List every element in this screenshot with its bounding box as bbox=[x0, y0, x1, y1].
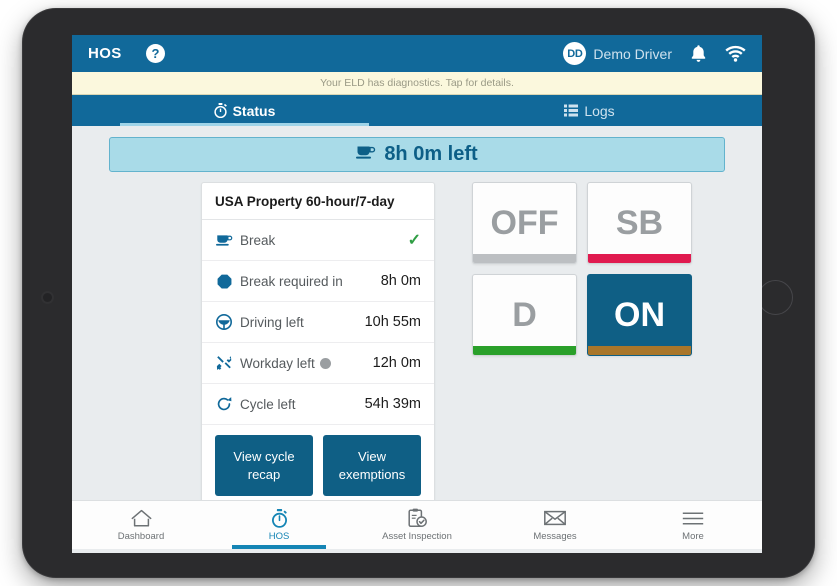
avatar: DD bbox=[563, 42, 587, 65]
main-content: 8h 0m left USA Property 60-hour/7-day Br… bbox=[72, 137, 762, 549]
nav-label: More bbox=[682, 531, 704, 542]
duty-status-d-label: D bbox=[512, 295, 537, 334]
duty-status-off-bar bbox=[473, 254, 576, 263]
duty-status-d-bar bbox=[473, 346, 576, 355]
nav-label: Messages bbox=[533, 531, 577, 542]
coffee-cup-icon bbox=[215, 231, 233, 249]
workday-progress-dot bbox=[320, 357, 331, 369]
user-menu[interactable]: DD Demo Driver bbox=[563, 42, 672, 65]
duty-status-on-bar bbox=[588, 346, 691, 355]
duty-status-sb-bar bbox=[588, 254, 691, 263]
rule-label: Break required in bbox=[240, 273, 343, 289]
page-title: HOS bbox=[88, 45, 122, 62]
tab-logs-label: Logs bbox=[584, 102, 615, 119]
rule-row-workday-left[interactable]: Workday left 12h 0m bbox=[202, 343, 434, 384]
hamburger-icon bbox=[682, 508, 704, 528]
nav-item-hos[interactable]: HOS bbox=[210, 501, 348, 549]
list-icon bbox=[564, 104, 579, 117]
duty-status-grid: OFF SB D ON bbox=[472, 182, 692, 513]
home-button[interactable] bbox=[758, 280, 793, 315]
tablet-device: HOS ? DD Demo Driver Your ELD has diagno… bbox=[22, 8, 815, 578]
stopwatch-icon bbox=[213, 103, 227, 118]
rule-label: Workday left bbox=[240, 355, 315, 371]
rule-value: 10h 55m bbox=[364, 314, 421, 330]
duty-status-on-button[interactable]: ON bbox=[587, 274, 692, 356]
stopwatch-icon bbox=[271, 508, 288, 528]
view-exemptions-button[interactable]: View exemptions bbox=[323, 435, 421, 497]
duty-status-sb-label: SB bbox=[615, 203, 664, 242]
tab-logs[interactable]: Logs bbox=[417, 95, 762, 126]
bell-icon[interactable] bbox=[690, 44, 707, 63]
hos-card-title: USA Property 60-hour/7-day bbox=[202, 183, 434, 220]
diagnostics-banner[interactable]: Your ELD has diagnostics. Tap for detail… bbox=[72, 72, 762, 95]
rule-label: Cycle left bbox=[240, 396, 296, 412]
duty-status-d-button[interactable]: D bbox=[472, 274, 577, 356]
nav-item-messages[interactable]: Messages bbox=[486, 501, 624, 549]
rule-row-driving-left[interactable]: Driving left 10h 55m bbox=[202, 302, 434, 343]
refresh-icon bbox=[215, 395, 233, 413]
duty-status-sb-button[interactable]: SB bbox=[587, 182, 692, 264]
question-circle-icon[interactable]: ? bbox=[145, 44, 165, 63]
rule-row-break[interactable]: Break ✓ bbox=[202, 220, 434, 261]
nav-label: Asset Inspection bbox=[382, 531, 452, 542]
app-header: HOS ? DD Demo Driver bbox=[72, 35, 762, 72]
nav-item-more[interactable]: More bbox=[624, 501, 762, 549]
driver-name: Demo Driver bbox=[593, 45, 672, 62]
bottom-navigation: Dashboard HOS Asset Inspection Messages … bbox=[72, 500, 762, 549]
envelope-icon bbox=[544, 508, 566, 528]
duty-status-on-label: ON bbox=[614, 295, 665, 334]
rule-value-check: ✓ bbox=[407, 232, 421, 249]
nav-label: HOS bbox=[268, 531, 290, 542]
duty-status-off-label: OFF bbox=[490, 203, 559, 242]
coffee-cup-icon bbox=[356, 143, 376, 166]
rule-value: 8h 0m bbox=[380, 273, 421, 289]
status-panels: USA Property 60-hour/7-day Break ✓ Break… bbox=[72, 182, 762, 514]
tab-status[interactable]: Status bbox=[72, 95, 417, 126]
rule-label: Break bbox=[240, 232, 276, 248]
steering-wheel-icon bbox=[215, 313, 233, 331]
rule-value: 54h 39m bbox=[364, 396, 421, 412]
tools-icon bbox=[215, 354, 233, 372]
diagnostics-banner-text: Your ELD has diagnostics. Tap for detail… bbox=[320, 77, 514, 89]
rule-row-cycle-left[interactable]: Cycle left 54h 39m bbox=[202, 384, 434, 425]
tablet-screen: HOS ? DD Demo Driver Your ELD has diagno… bbox=[72, 35, 762, 553]
view-cycle-recap-button[interactable]: View cycle recap bbox=[215, 435, 313, 497]
front-camera-icon bbox=[43, 293, 52, 302]
rule-label: Driving left bbox=[240, 314, 304, 330]
tab-bar: Status Logs bbox=[72, 95, 762, 126]
break-countdown-banner[interactable]: 8h 0m left bbox=[109, 137, 725, 172]
break-countdown-text: 8h 0m left bbox=[384, 143, 478, 165]
stop-sign-icon bbox=[215, 272, 233, 290]
rule-value: 12h 0m bbox=[372, 355, 421, 371]
hos-rules-card: USA Property 60-hour/7-day Break ✓ Break… bbox=[201, 182, 435, 514]
nav-item-dashboard[interactable]: Dashboard bbox=[72, 501, 210, 549]
tab-status-label: Status bbox=[232, 102, 276, 119]
home-icon bbox=[131, 508, 152, 528]
wifi-icon bbox=[725, 45, 746, 62]
duty-status-off-button[interactable]: OFF bbox=[472, 182, 577, 264]
rule-row-break-required[interactable]: Break required in 8h 0m bbox=[202, 261, 434, 302]
clipboard-check-icon bbox=[407, 508, 427, 528]
svg-text:?: ? bbox=[151, 46, 159, 61]
nav-item-asset-inspection[interactable]: Asset Inspection bbox=[348, 501, 486, 549]
nav-label: Dashboard bbox=[117, 531, 165, 542]
